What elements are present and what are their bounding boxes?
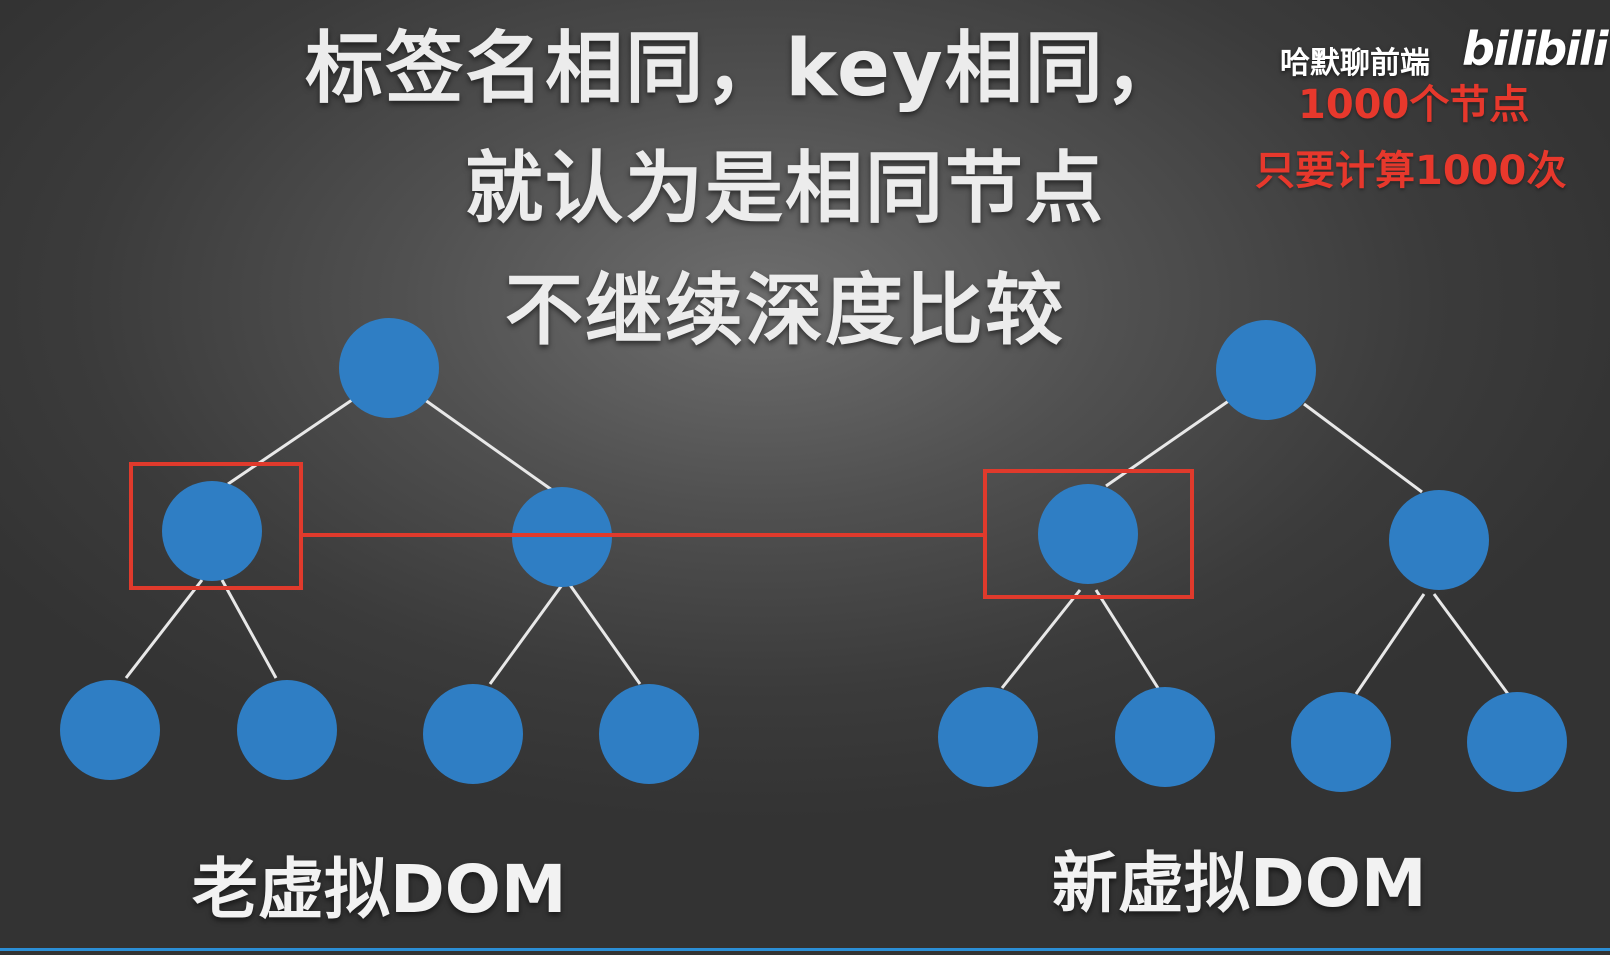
- new-vdom-label: 新虚拟DOM: [1052, 845, 1427, 922]
- progress-bar-strip: [0, 948, 1610, 951]
- old-edge-root-left: [227, 398, 353, 486]
- new-leaf-node: [1467, 692, 1567, 792]
- new-right-node: [1389, 490, 1489, 590]
- title-line-3: 不继续深度比较: [504, 266, 1065, 356]
- old-leaf-node: [60, 680, 160, 780]
- note-compute-count: 只要计算1000次: [1255, 148, 1567, 194]
- new-edge-right-rr: [1432, 593, 1510, 695]
- bilibili-logo: bilibili: [1462, 22, 1608, 76]
- old-leaf-node: [423, 684, 523, 784]
- new-edge-root-right: [1303, 402, 1423, 494]
- old-tree-nodes: [60, 318, 699, 784]
- old-vdom-label: 老虚拟DOM: [192, 851, 567, 928]
- highlight-annotations: [129, 462, 1194, 599]
- new-left-node: [1038, 484, 1138, 584]
- new-leaf-node: [1115, 687, 1215, 787]
- new-edge-left-lr: [1094, 589, 1160, 689]
- old-edge-left-lr: [220, 579, 278, 679]
- new-edge-left-ll: [1000, 589, 1082, 689]
- old-edge-root-right: [424, 398, 553, 492]
- new-tree-nodes: [938, 320, 1567, 792]
- new-leaf-node: [1291, 692, 1391, 792]
- old-edge-left-ll: [124, 579, 204, 679]
- new-leaf-node: [938, 687, 1038, 787]
- old-edge-right-rr: [568, 584, 642, 685]
- old-edge-right-rl: [488, 584, 564, 685]
- old-leaf-node: [237, 680, 337, 780]
- note-node-count: 1000个节点: [1298, 82, 1530, 128]
- old-left-node: [162, 481, 262, 581]
- old-leaf-node: [599, 684, 699, 784]
- new-edge-root-left: [1105, 398, 1231, 488]
- new-edge-right-rl: [1354, 593, 1426, 695]
